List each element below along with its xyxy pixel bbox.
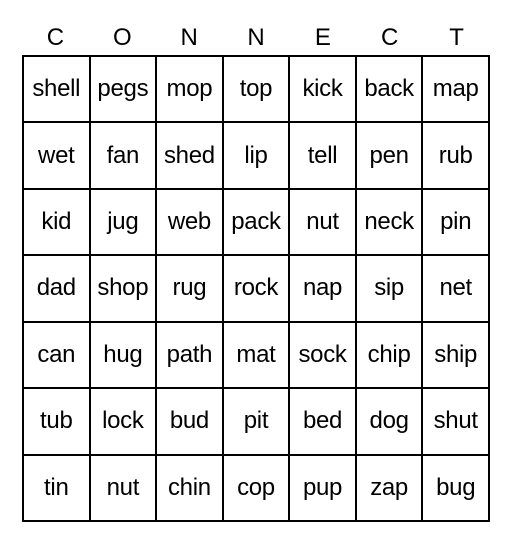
grid-cell[interactable]: kick — [288, 54, 357, 124]
grid-cell[interactable]: pack — [221, 187, 291, 257]
grid-row: tub lock bud pit bed dog shut — [22, 387, 490, 456]
grid-cell[interactable]: nut — [288, 187, 357, 257]
grid-cell[interactable]: zap — [354, 453, 424, 523]
card-header: C O N N E C T — [22, 22, 490, 54]
grid-cell[interactable]: sip — [354, 254, 424, 323]
header-letter: T — [449, 24, 464, 51]
grid-cell[interactable]: path — [155, 320, 224, 390]
grid-cell[interactable]: tell — [288, 121, 357, 190]
grid-cell[interactable]: net — [421, 254, 490, 323]
header-letter: N — [247, 24, 265, 51]
bingo-grid: shell pegs mop top kick back map wet fan… — [22, 54, 490, 523]
grid-cell[interactable]: sock — [288, 320, 357, 390]
grid-row: shell pegs mop top kick back map — [22, 54, 490, 124]
grid-cell[interactable]: chip — [354, 320, 424, 390]
grid-cell[interactable]: top — [221, 54, 291, 124]
grid-cell[interactable]: tin — [22, 453, 91, 523]
grid-row: can hug path mat sock chip ship — [22, 320, 490, 390]
grid-cell[interactable]: hug — [88, 320, 158, 390]
grid-cell[interactable]: web — [155, 187, 224, 257]
grid-cell[interactable]: back — [354, 54, 424, 124]
grid-cell[interactable]: nap — [288, 254, 357, 323]
grid-cell[interactable]: rock — [221, 254, 291, 323]
grid-cell[interactable]: rub — [421, 121, 490, 190]
grid-cell[interactable]: bed — [288, 387, 357, 456]
header-letter: C — [46, 24, 65, 51]
header-letter: N — [180, 24, 198, 51]
grid-cell[interactable]: neck — [354, 187, 424, 257]
grid-cell[interactable]: shut — [421, 387, 490, 456]
grid-cell[interactable]: lock — [88, 387, 158, 456]
grid-row: kid jug web pack nut neck pin — [22, 187, 490, 257]
grid-cell[interactable]: shed — [155, 121, 224, 190]
grid-cell[interactable]: cop — [221, 453, 291, 523]
grid-cell[interactable]: pin — [421, 187, 490, 257]
grid-cell[interactable]: mat — [221, 320, 291, 390]
grid-cell[interactable]: ship — [421, 320, 490, 390]
grid-cell[interactable]: pit — [221, 387, 291, 456]
grid-cell[interactable]: dog — [354, 387, 424, 456]
grid-row: dad shop rug rock nap sip net — [22, 254, 490, 323]
header-letter: C — [381, 24, 399, 51]
grid-cell[interactable]: pen — [354, 121, 424, 190]
grid-cell[interactable]: kid — [22, 187, 91, 257]
header-letter: O — [112, 24, 132, 51]
grid-cell[interactable]: wet — [22, 121, 91, 190]
grid-cell[interactable]: chin — [155, 453, 224, 523]
header-letter: E — [314, 24, 331, 51]
grid-row: tin nut chin cop pup zap bug — [22, 453, 490, 523]
grid-cell[interactable]: tub — [22, 387, 91, 456]
grid-cell[interactable]: pegs — [88, 54, 158, 124]
grid-cell[interactable]: lip — [221, 121, 291, 190]
grid-cell[interactable]: nut — [88, 453, 158, 523]
grid-cell[interactable]: dad — [22, 254, 91, 323]
grid-cell[interactable]: jug — [88, 187, 158, 257]
grid-row: wet fan shed lip tell pen rub — [22, 121, 490, 190]
grid-cell[interactable]: mop — [155, 54, 224, 124]
grid-cell[interactable]: fan — [88, 121, 158, 190]
grid-cell[interactable]: map — [421, 54, 490, 124]
grid-cell[interactable]: bud — [155, 387, 224, 456]
grid-cell[interactable]: bug — [421, 453, 490, 523]
grid-cell[interactable]: rug — [155, 254, 224, 323]
grid-cell[interactable]: shop — [88, 254, 158, 323]
grid-cell[interactable]: can — [22, 320, 91, 390]
grid-cell[interactable]: shell — [22, 54, 91, 124]
grid-cell[interactable]: pup — [288, 453, 357, 523]
